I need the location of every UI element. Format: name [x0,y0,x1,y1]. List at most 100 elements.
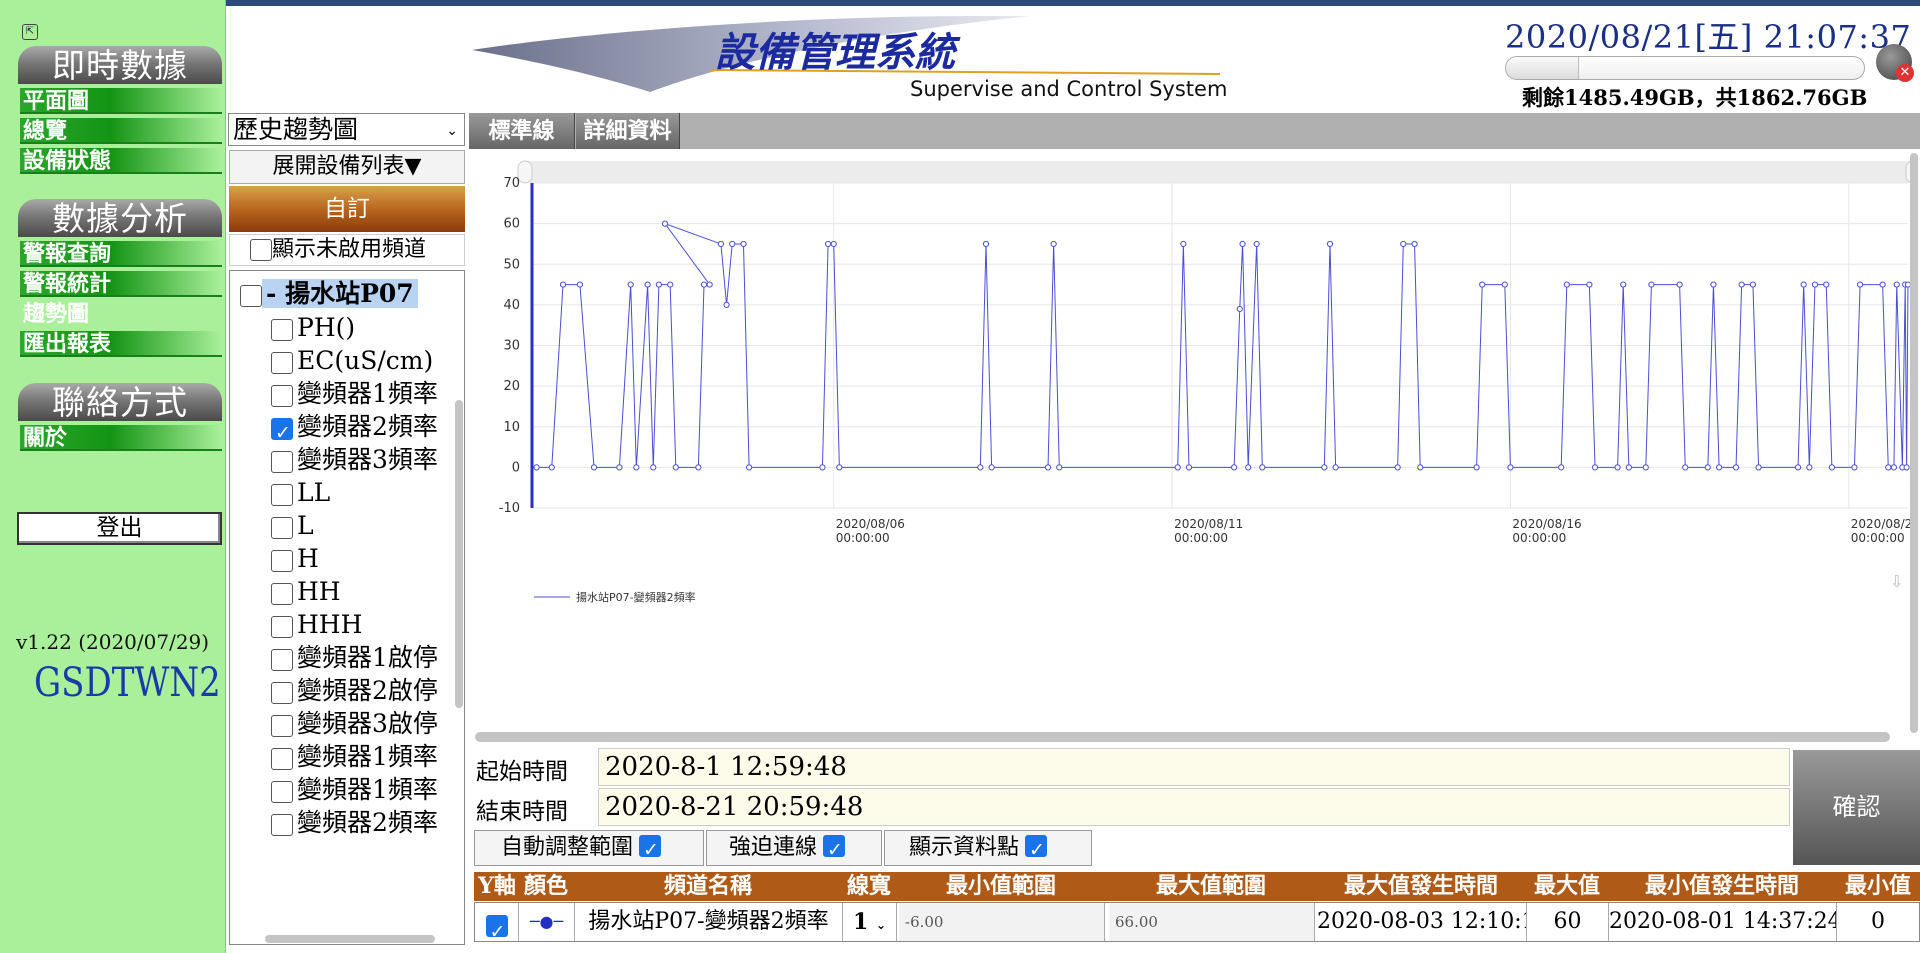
x-tick-label: 00:00:00 [1174,531,1228,545]
channel-checkbox[interactable] [271,450,293,473]
data-point [1794,464,1802,471]
legend-label: 揚水站P07-變頻器2頻率 [576,590,696,604]
channel-item[interactable]: HH [271,575,341,609]
channel-checkbox[interactable] [271,714,293,737]
logout-button[interactable]: 登出 [17,512,222,545]
channel-item[interactable]: PH() [271,311,355,345]
y-tick-label: 0 [512,460,520,475]
y-axis-checkbox[interactable] [485,913,508,941]
force-connect-option[interactable]: 強迫連線 [706,830,882,867]
end-time-input[interactable]: 2020-8-21 20:59:48 [598,788,1790,826]
auto-range-checkbox[interactable] [639,833,662,867]
channel-checkbox[interactable] [271,582,293,605]
data-point [982,240,990,248]
sidebar-item-overview[interactable]: 總覽 [20,118,222,144]
channel-checkbox[interactable] [271,615,293,638]
x-tick-label: 00:00:00 [836,531,890,545]
root-checkbox[interactable] [240,284,262,307]
show-points-checkbox[interactable] [1025,833,1048,867]
data-point [661,220,669,227]
channel-label: L [297,511,314,540]
channel-checkbox[interactable] [271,813,293,836]
channel-item[interactable]: L [271,509,314,543]
channel-item[interactable]: H [271,542,319,576]
chart-horizontal-scrollbar[interactable] [475,732,1890,742]
data-point [633,464,640,471]
custom-button[interactable]: 自訂 [229,186,465,232]
view-mode-select[interactable]: 歷史趨勢圖 ⌄ [228,113,465,146]
channel-checkbox[interactable] [271,483,293,506]
channel-item[interactable]: 變頻器3啟停 [271,707,438,741]
data-point [1890,464,1898,471]
download-icon[interactable]: ⇩ [1890,572,1903,591]
channel-checkbox[interactable] [271,549,293,572]
chart-vertical-scrollbar[interactable] [1910,153,1918,733]
trend-chart[interactable]: 706050403020100-102020/08/0600:00:002020… [474,153,1920,743]
channel-label: EC(uS/cm) [297,346,434,375]
data-point [1806,464,1813,471]
data-point [1642,464,1649,471]
channel-item[interactable]: EC(uS/cm) [271,344,433,378]
data-point [548,464,555,471]
user-avatar-icon[interactable]: ✕ [1876,44,1914,82]
channel-item[interactable]: 變頻器2頻率 [271,806,438,840]
channel-label: 變頻器2啟停 [297,676,438,705]
channel-checkbox[interactable] [271,681,293,704]
tab-details[interactable]: 詳細資料 [576,113,680,149]
line-width-select[interactable]: 1 ⌄ [843,903,897,941]
data-point [559,281,567,288]
start-time-input[interactable]: 2020-8-1 12:59:48 [598,748,1790,786]
x-tick-label: 2020/08/06 [836,517,905,531]
show-points-option[interactable]: 顯示資料點 [884,830,1092,867]
show-disabled-option[interactable]: 顯示未啟用頻道 [229,234,465,266]
channel-item[interactable]: 變頻器1頻率 [271,377,438,411]
channel-checkbox[interactable] [271,318,293,341]
expand-device-list-button[interactable]: 展開設備列表▼ [229,150,465,184]
channel-checkbox[interactable] [271,780,293,803]
auto-range-option[interactable]: 自動調整範圍 [474,830,704,867]
channel-checkbox[interactable] [271,747,293,770]
confirm-button[interactable]: 確認 [1793,750,1920,865]
data-point [1885,464,1892,471]
channel-checkbox[interactable] [271,648,293,671]
sidebar-item-export-report[interactable]: 匯出報表 [20,331,222,357]
channel-item[interactable]: 變頻器2啟停 [271,674,438,708]
y-axis-cell[interactable] [475,903,519,941]
channel-checkbox[interactable] [271,516,293,539]
sidebar-item-floorplan[interactable]: 平面圖 [20,88,222,114]
expand-window-icon[interactable]: ⇱ [22,24,38,40]
channel-checkbox[interactable] [271,416,293,450]
force-connect-checkbox[interactable] [823,833,846,867]
sidebar-item-about[interactable]: 關於 [20,425,222,451]
channel-item[interactable]: 變頻器3頻率 [271,443,438,477]
sidebar-item-alarm-stats[interactable]: 警報統計 [20,271,222,297]
sidebar-item-alarm-query[interactable]: 警報查詢 [20,241,222,267]
channel-checkbox[interactable] [271,384,293,407]
data-point [1056,464,1063,471]
show-disabled-checkbox[interactable] [250,239,272,261]
sidebar-item-trend[interactable]: 趨勢圖 [20,301,222,327]
tab-standard-line[interactable]: 標準線 [469,113,575,149]
data-point [723,301,730,308]
tree-vertical-scrollbar[interactable] [455,400,463,708]
channel-item[interactable]: 變頻器1頻率 [271,740,438,774]
max-range-input[interactable]: 66.00 [1109,903,1315,941]
data-point [1811,281,1819,288]
channel-item[interactable]: LL [271,476,330,510]
close-icon[interactable]: ✕ [1896,64,1914,82]
navigator-left-handle [517,160,533,184]
series-color-swatch[interactable]: ─●─ [519,903,575,941]
tree-horizontal-scrollbar[interactable] [265,935,435,943]
channel-item[interactable]: HHH [271,608,362,642]
min-range-input[interactable]: -6.00 [899,903,1105,941]
channel-checkbox[interactable] [271,351,293,374]
channel-label: 變頻器3頻率 [297,445,438,474]
y-tick-label: 60 [503,217,520,232]
channel-item[interactable]: 變頻器2頻率 [271,410,438,450]
col-min-range: 最小值範圍 [945,873,1056,899]
tree-root[interactable]: - 揚水站P07 [240,277,418,311]
sidebar-item-device-status[interactable]: 設備狀態 [20,148,222,174]
data-point [1620,281,1627,288]
channel-item[interactable]: 變頻器1頻率 [271,773,438,807]
channel-item[interactable]: 變頻器1啟停 [271,641,438,675]
